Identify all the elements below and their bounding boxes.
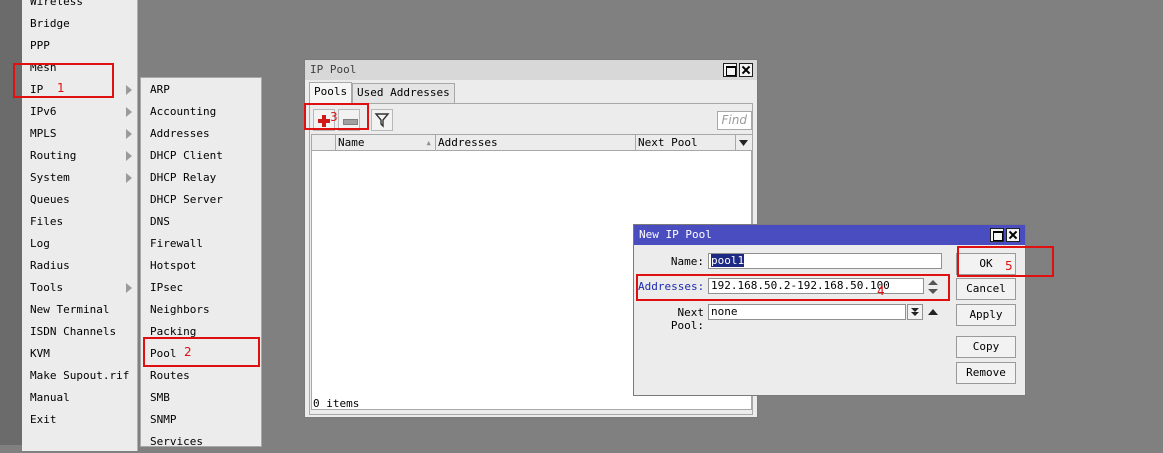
menu-item-queues[interactable]: Queues — [22, 189, 138, 211]
window-title: IP Pool — [310, 63, 357, 76]
submenu-item-dhcp-relay[interactable]: DHCP Relay — [141, 167, 261, 189]
menu-item-mpls[interactable]: MPLS — [22, 123, 138, 145]
menu-item-manual[interactable]: Manual — [22, 387, 138, 409]
menu-item-label: System — [30, 171, 70, 184]
menu-item-bridge[interactable]: Bridge — [22, 13, 138, 35]
menu-item-label: Log — [30, 237, 50, 250]
menu-item-label: Files — [30, 215, 64, 228]
collapse-up-icon[interactable] — [927, 306, 939, 318]
dialog-titlebar[interactable]: New IP Pool — [634, 225, 1025, 245]
copy-button[interactable]: Copy — [956, 336, 1016, 358]
submenu-arrow-icon — [126, 173, 132, 183]
name-label: Name: — [670, 255, 704, 268]
menu-item-label: Routing — [30, 149, 77, 162]
filter-icon[interactable] — [371, 109, 393, 131]
submenu-item-dns[interactable]: DNS — [141, 211, 261, 233]
tab-pools[interactable]: Pools — [309, 82, 353, 103]
menu-item-label: Wireless — [30, 0, 83, 8]
name-value: pool1 — [711, 254, 745, 267]
menu-item-routing[interactable]: Routing — [22, 145, 138, 167]
next-pool-select[interactable]: none — [708, 304, 906, 320]
menu-item-label: MPLS — [30, 127, 57, 140]
ip-submenu: ARP Accounting Addresses DHCP Client DHC… — [140, 77, 262, 448]
highlight-box-pool — [143, 337, 260, 367]
menu-item-isdn-channels[interactable]: ISDN Channels — [22, 321, 138, 343]
column-header-next-pool[interactable]: Next Pool — [636, 135, 736, 151]
submenu-item-addresses[interactable]: Addresses — [141, 123, 261, 145]
table-header-selector — [312, 135, 336, 151]
sort-asc-icon: ▴ — [425, 136, 432, 149]
submenu-item-firewall[interactable]: Firewall — [141, 233, 261, 255]
submenu-item-arp[interactable]: ARP — [141, 79, 261, 101]
submenu-item-dhcp-server[interactable]: DHCP Server — [141, 189, 261, 211]
ip-pool-titlebar[interactable]: IP Pool — [305, 60, 757, 80]
annotation-1: 1 — [57, 81, 65, 95]
menu-item-kvm[interactable]: KVM — [22, 343, 138, 365]
menu-item-radius[interactable]: Radius — [22, 255, 138, 277]
menu-item-label: New Terminal — [30, 303, 110, 316]
column-header-name[interactable]: Name ▴ — [336, 135, 436, 151]
submenu-item-snmp[interactable]: SNMP — [141, 409, 261, 431]
submenu-item-neighbors[interactable]: Neighbors — [141, 299, 261, 321]
status-bar: 0 items — [313, 397, 360, 410]
menu-item-label: Queues — [30, 193, 70, 206]
remove-button[interactable]: Remove — [956, 362, 1016, 384]
submenu-item-routes[interactable]: Routes — [141, 365, 261, 387]
close-icon[interactable] — [1006, 228, 1020, 242]
menu-item-label: Tools — [30, 281, 64, 294]
menu-item-label: Exit — [30, 413, 57, 426]
submenu-arrow-icon — [126, 107, 132, 117]
menu-item-ipv6[interactable]: IPv6 — [22, 101, 138, 123]
dropdown-icon[interactable] — [907, 304, 923, 320]
menu-item-make-supout[interactable]: Make Supout.rif — [22, 365, 138, 387]
menu-item-label: Bridge — [30, 17, 70, 30]
menu-item-log[interactable]: Log — [22, 233, 138, 255]
menu-item-ppp[interactable]: PPP — [22, 35, 138, 57]
next-pool-label: Next Pool: — [670, 306, 704, 332]
submenu-item-services[interactable]: Services — [141, 431, 261, 453]
menu-item-label: Make Supout.rif — [30, 369, 130, 382]
annotation-4: 4 — [877, 284, 885, 298]
menu-item-label: Manual — [30, 391, 70, 404]
tab-used-addresses[interactable]: Used Addresses — [352, 83, 455, 103]
next-pool-value: none — [711, 305, 738, 318]
submenu-arrow-icon — [126, 283, 132, 293]
submenu-arrow-icon — [126, 85, 132, 95]
highlight-box-addresses — [636, 274, 950, 301]
find-input[interactable]: Find — [717, 111, 752, 130]
menu-item-wireless[interactable]: Wireless — [22, 0, 138, 13]
annotation-3: 3 — [330, 110, 338, 124]
column-chooser-icon[interactable] — [736, 135, 752, 151]
maximize-icon[interactable] — [990, 228, 1004, 242]
cancel-button[interactable]: Cancel — [956, 278, 1016, 300]
submenu-item-dhcp-client[interactable]: DHCP Client — [141, 145, 261, 167]
menu-item-label: KVM — [30, 347, 50, 360]
menu-item-label: ISDN Channels — [30, 325, 117, 338]
menu-item-label: PPP — [30, 39, 50, 52]
apply-button[interactable]: Apply — [956, 304, 1016, 326]
menu-item-system[interactable]: System — [22, 167, 138, 189]
column-label: Next Pool — [638, 136, 698, 149]
menu-item-exit[interactable]: Exit — [22, 409, 138, 431]
close-icon[interactable] — [739, 63, 753, 77]
column-label: Addresses — [438, 136, 498, 149]
submenu-arrow-icon — [126, 129, 132, 139]
menu-item-label: IPv6 — [30, 105, 57, 118]
submenu-item-smb[interactable]: SMB — [141, 387, 261, 409]
menu-item-tools[interactable]: Tools — [22, 277, 138, 299]
name-field[interactable]: pool1 — [708, 253, 942, 269]
column-header-addresses[interactable]: Addresses — [436, 135, 636, 151]
menu-item-files[interactable]: Files — [22, 211, 138, 233]
dialog-title: New IP Pool — [639, 228, 712, 241]
submenu-item-hotspot[interactable]: Hotspot — [141, 255, 261, 277]
menu-item-new-terminal[interactable]: New Terminal — [22, 299, 138, 321]
submenu-arrow-icon — [126, 151, 132, 161]
submenu-item-accounting[interactable]: Accounting — [141, 101, 261, 123]
annotation-2: 2 — [184, 345, 192, 359]
column-label: Name — [338, 136, 365, 149]
submenu-item-ipsec[interactable]: IPsec — [141, 277, 261, 299]
menu-item-label: Radius — [30, 259, 70, 272]
maximize-icon[interactable] — [723, 63, 737, 77]
annotation-5: 5 — [1005, 259, 1013, 273]
